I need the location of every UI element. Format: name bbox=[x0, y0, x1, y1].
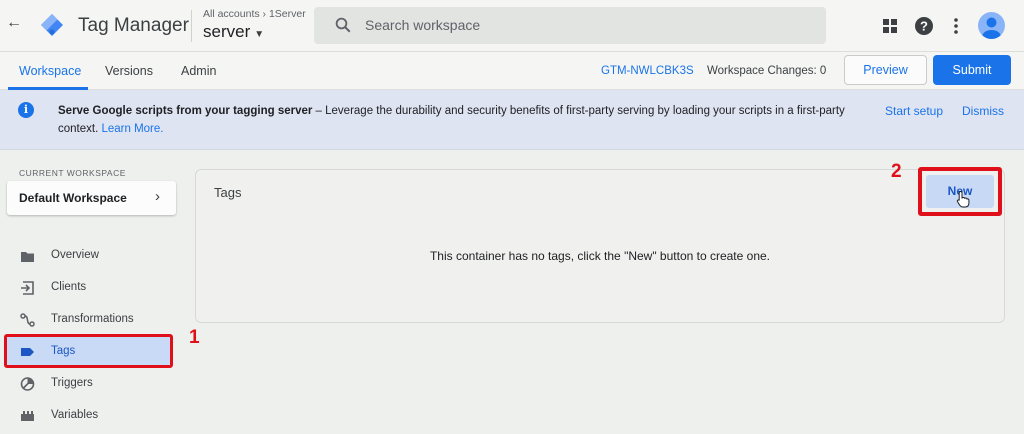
chevron-right-icon: › bbox=[155, 188, 160, 205]
sidebar-item-label: Triggers bbox=[51, 377, 93, 389]
banner-title: Serve Google scripts from your tagging s… bbox=[58, 105, 313, 117]
dismiss-link[interactable]: Dismiss bbox=[962, 104, 1004, 118]
submit-button[interactable]: Submit bbox=[933, 55, 1011, 85]
app-header: ← Tag Manager All accounts › 1Server ser… bbox=[0, 0, 1024, 52]
preview-button[interactable]: Preview bbox=[844, 55, 927, 85]
container-name: server bbox=[203, 22, 251, 41]
container-selector[interactable]: server ▼ bbox=[203, 22, 264, 42]
sidebar-item-label: Transformations bbox=[51, 313, 134, 325]
workspace-subnav: Workspace Versions Admin GTM-NWLCBK3S Wo… bbox=[0, 52, 1024, 90]
tab-workspace[interactable]: Workspace bbox=[19, 64, 81, 78]
caret-down-icon: ▼ bbox=[254, 29, 265, 40]
overview-icon bbox=[21, 252, 34, 262]
workspace-changes-count: Workspace Changes: 0 bbox=[707, 65, 827, 77]
breadcrumb[interactable]: All accounts › 1Server bbox=[203, 8, 306, 20]
step-1-highlight-box bbox=[4, 334, 173, 368]
workspace-selector[interactable]: Default Workspace › bbox=[7, 181, 176, 215]
help-icon[interactable]: ? bbox=[914, 16, 934, 36]
clients-icon bbox=[21, 281, 34, 295]
sidebar-item-overview[interactable]: Overview bbox=[7, 241, 172, 271]
empty-state-message: This container has no tags, click the "N… bbox=[429, 249, 771, 263]
search-icon bbox=[335, 17, 351, 33]
transformations-icon bbox=[20, 313, 35, 327]
hand-cursor-icon bbox=[956, 190, 970, 208]
tab-versions[interactable]: Versions bbox=[105, 64, 153, 78]
search-workspace-input[interactable]: Search workspace bbox=[314, 7, 826, 44]
current-workspace-label: CURRENT WORKSPACE bbox=[19, 168, 126, 178]
step-1-label: 1 bbox=[189, 327, 200, 348]
panel-title: Tags bbox=[214, 185, 242, 200]
variables-icon bbox=[21, 411, 34, 421]
banner-message: Serve Google scripts from your tagging s… bbox=[58, 102, 848, 138]
tagging-server-banner: i Serve Google scripts from your tagging… bbox=[0, 90, 1024, 150]
apps-grid-icon[interactable] bbox=[880, 16, 900, 36]
workspace-name: Default Workspace bbox=[19, 191, 127, 205]
tags-panel: Tags This container has no tags, click t… bbox=[195, 169, 1005, 323]
more-vert-icon[interactable] bbox=[946, 16, 966, 36]
start-setup-link[interactable]: Start setup bbox=[885, 104, 943, 118]
search-placeholder: Search workspace bbox=[365, 17, 481, 33]
sidebar-item-label: Clients bbox=[51, 281, 87, 293]
app-title: Tag Manager bbox=[78, 15, 189, 36]
tab-admin[interactable]: Admin bbox=[181, 64, 216, 78]
learn-more-link[interactable]: Learn More. bbox=[101, 123, 163, 135]
back-arrow-icon[interactable]: ← bbox=[6, 14, 22, 32]
sidebar-item-triggers[interactable]: Triggers bbox=[7, 369, 172, 399]
sidebar-item-label: Overview bbox=[51, 249, 99, 261]
container-id-link[interactable]: GTM-NWLCBK3S bbox=[601, 65, 694, 77]
info-icon: i bbox=[18, 102, 34, 118]
triggers-icon bbox=[20, 377, 35, 391]
user-icon bbox=[982, 17, 1001, 39]
svg-text:?: ? bbox=[920, 19, 928, 34]
sidebar-item-clients[interactable]: Clients bbox=[7, 273, 172, 303]
account-avatar[interactable] bbox=[978, 12, 1005, 39]
sidebar-item-transformations[interactable]: Transformations bbox=[7, 305, 172, 335]
sidebar-item-variables[interactable]: Variables bbox=[7, 401, 172, 431]
sidebar-item-label: Variables bbox=[51, 409, 99, 421]
tag-manager-logo-icon bbox=[41, 14, 63, 36]
header-divider bbox=[191, 10, 192, 42]
step-2-label: 2 bbox=[891, 161, 902, 182]
